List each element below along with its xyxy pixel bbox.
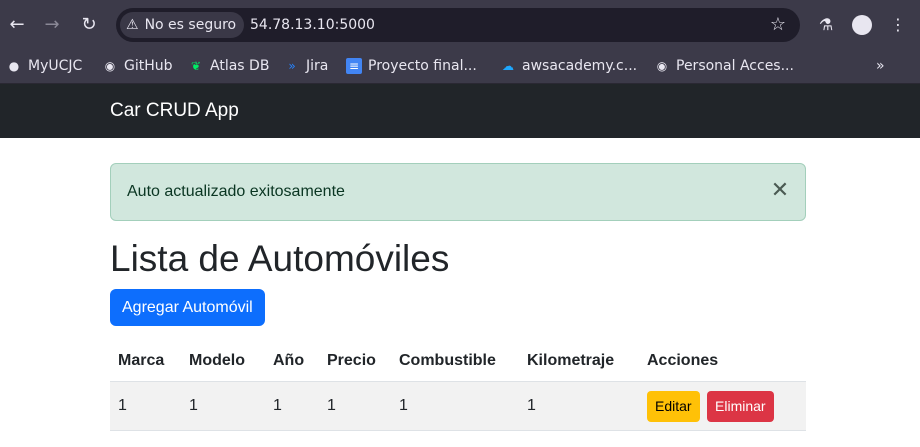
cell-marca: 1 [110, 381, 181, 431]
header-marca: Marca [110, 341, 181, 382]
more-bookmarks-icon[interactable]: » [876, 54, 885, 78]
bookmark-atlas-db[interactable]: ❦ Atlas DB [188, 54, 269, 78]
edit-button[interactable]: Editar [647, 390, 700, 422]
document-icon: ≡ [346, 58, 362, 74]
back-icon[interactable]: ← [5, 13, 29, 37]
close-icon[interactable]: ✕ [769, 180, 791, 202]
app-navbar: Car CRUD App [0, 84, 920, 138]
bookmark-star-icon[interactable]: ☆ [770, 14, 786, 36]
bookmark-label: Personal Acces... [676, 58, 794, 74]
bookmark-github[interactable]: ◉ GitHub [102, 54, 173, 78]
header-modelo: Modelo [181, 341, 265, 382]
security-chip[interactable]: ⚠ No es seguro [120, 12, 245, 38]
bookmark-label: GitHub [124, 58, 173, 74]
profile-avatar-icon[interactable] [852, 15, 872, 35]
table-row: 1 1 1 1 1 1 Editar Eliminar [110, 381, 806, 431]
labs-flask-icon[interactable]: ⚗ [814, 13, 838, 37]
bookmarks-bar: ● MyUCJC ◉ GitHub ❦ Atlas DB » Jira ≡ Pr… [0, 50, 920, 84]
bookmark-label: MyUCJC [28, 58, 83, 74]
cell-anio: 1 [265, 381, 319, 431]
reload-icon[interactable]: ↻ [77, 13, 101, 37]
github-icon: ◉ [104, 59, 116, 73]
warning-icon: ⚠ [126, 17, 139, 33]
cloud-icon: ☁ [502, 59, 514, 73]
address-bar[interactable]: ⚠ No es seguro 54.78.13.10:5000 ☆ [116, 8, 800, 42]
cell-precio: 1 [319, 381, 391, 431]
bookmark-personal-access[interactable]: ◉ Personal Acces... [654, 54, 794, 78]
cell-kilometraje: 1 [519, 381, 639, 431]
success-alert: Auto actualizado exitosamente ✕ [110, 163, 806, 221]
cell-combustible: 1 [391, 381, 519, 431]
header-precio: Precio [319, 341, 391, 382]
url-text[interactable]: 54.78.13.10:5000 [250, 16, 375, 34]
add-car-button[interactable]: Agregar Automóvil [110, 289, 265, 326]
cell-modelo: 1 [181, 381, 265, 431]
bookmark-proyecto-final[interactable]: ≡ Proyecto final... [346, 54, 477, 78]
bookmark-label: Jira [306, 58, 329, 74]
bookmark-label: Atlas DB [210, 58, 270, 74]
header-combustible: Combustible [391, 341, 519, 382]
navbar-brand[interactable]: Car CRUD App [110, 98, 239, 124]
browser-toolbar: ← → ↻ ⚠ No es seguro 54.78.13.10:5000 ☆ … [0, 0, 920, 50]
person-icon: ● [8, 59, 20, 73]
forward-icon[interactable]: → [40, 13, 64, 37]
bookmark-label: Proyecto final... [368, 58, 477, 74]
page-title: Lista de Automóviles [110, 238, 450, 279]
header-acciones: Acciones [639, 341, 806, 382]
bookmark-jira[interactable]: » Jira [284, 54, 328, 78]
alert-message: Auto actualizado exitosamente [127, 183, 345, 200]
menu-kebab-icon[interactable]: ⋮ [886, 13, 910, 37]
leaf-icon: ❦ [190, 59, 202, 73]
cell-acciones: Editar Eliminar [639, 381, 806, 431]
security-label: No es seguro [144, 17, 237, 33]
bookmark-label: awsacademy.c... [522, 58, 638, 74]
delete-button[interactable]: Eliminar [707, 390, 774, 422]
header-anio: Año [265, 341, 319, 382]
jira-icon: » [288, 59, 296, 73]
github-icon: ◉ [656, 59, 668, 73]
table-header-row: Marca Modelo Año Precio Combustible Kilo… [110, 341, 806, 382]
bookmark-myucjc[interactable]: ● MyUCJC [6, 54, 83, 78]
bookmark-awsacademy[interactable]: ☁ awsacademy.c... [500, 54, 637, 78]
cars-table: Marca Modelo Año Precio Combustible Kilo… [110, 341, 806, 431]
header-kilometraje: Kilometraje [519, 341, 639, 382]
